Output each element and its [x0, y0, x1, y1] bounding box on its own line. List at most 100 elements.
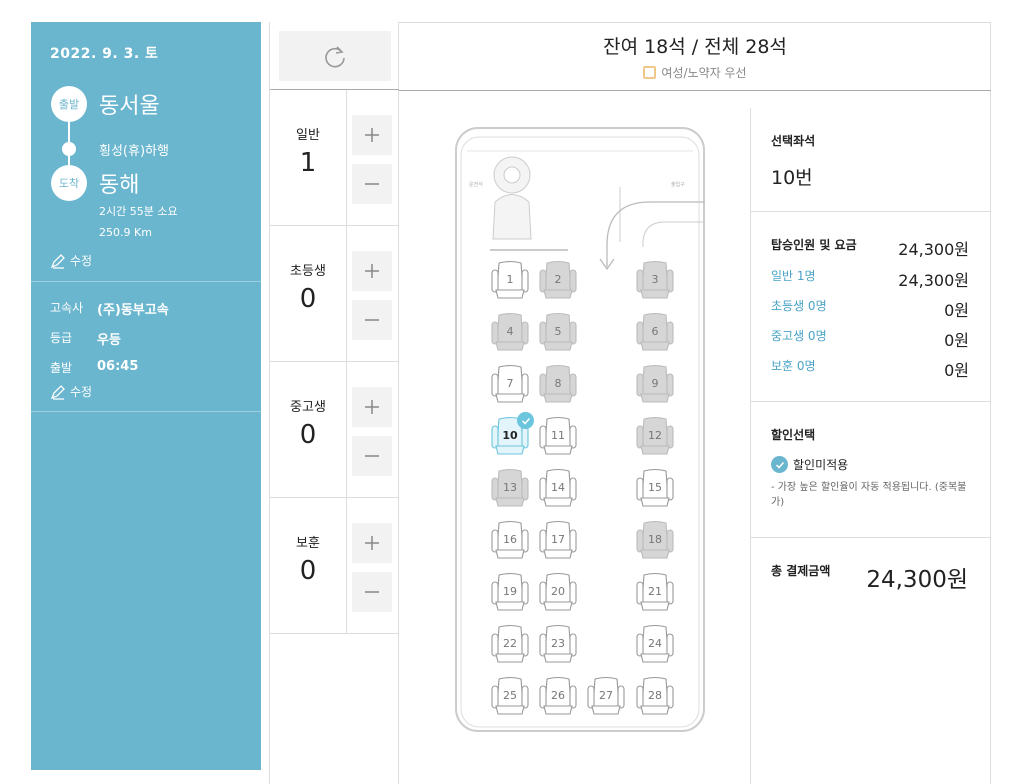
trip-info-sidebar: 2022. 9. 3. 토 출발 동서울 횡성(휴)하행 도착 동해 2시간 5… — [31, 22, 261, 770]
discount-note: - 가장 높은 할인율이 자동 적용됩니다. (중복불가) — [771, 482, 967, 508]
fare-row: 일반 1명 24,300원 — [771, 267, 969, 291]
seat-available[interactable]: 28 — [635, 676, 675, 716]
divider — [31, 281, 261, 282]
seat-selected[interactable]: 10 — [490, 412, 534, 456]
passenger-count: 0 — [299, 284, 317, 314]
seat-number: 24 — [648, 637, 662, 650]
separator — [346, 498, 347, 634]
booking-summary: 선택좌석 10번 탑승인원 및 요금 24,300원 일반 1명 24,300원… — [750, 108, 991, 784]
discount-option-none[interactable]: 할인미적용 — [771, 456, 848, 473]
increase-button[interactable] — [352, 523, 392, 563]
via-stop: 횡성(휴)하행 — [99, 144, 169, 159]
seat-number: 28 — [648, 689, 662, 702]
door-label: 출입구 — [671, 182, 685, 188]
seat-available[interactable]: 14 — [538, 468, 578, 508]
seat-number: 1 — [506, 273, 514, 286]
time-row: 출발 06:45 — [50, 359, 138, 376]
seat-number: 8 — [554, 377, 562, 390]
separator — [346, 90, 347, 226]
total-amount: 24,300원 — [866, 567, 968, 593]
legend-label: 여성/노약자 우선 — [661, 66, 747, 80]
check-icon — [771, 456, 788, 473]
fare-row-amount: 0원 — [944, 361, 969, 380]
seat-available[interactable]: 11 — [538, 416, 578, 456]
seat-legend: 여성/노약자 우선 — [399, 64, 991, 81]
arrive-city: 동해 — [99, 173, 140, 198]
seat-number: 3 — [651, 273, 659, 286]
seat-unavailable: 4 — [490, 312, 530, 352]
increase-button[interactable] — [352, 251, 392, 291]
seat-available[interactable]: 16 — [490, 520, 530, 560]
seat-available[interactable]: 17 — [538, 520, 578, 560]
seat-available[interactable]: 26 — [538, 676, 578, 716]
arrive-badge: 도착 — [51, 165, 87, 201]
passenger-count: 0 — [299, 556, 317, 586]
seat-number: 2 — [554, 273, 562, 286]
seat-number: 4 — [506, 325, 514, 338]
seat-available[interactable]: 7 — [490, 364, 530, 404]
seat-available[interactable]: 19 — [490, 572, 530, 612]
distance: 250.9 Km — [99, 226, 152, 239]
passenger-count: 1 — [299, 148, 317, 178]
seat-unavailable: 18 — [635, 520, 675, 560]
decrease-button[interactable] — [352, 436, 392, 476]
decrease-button[interactable] — [352, 300, 392, 340]
seat-number: 15 — [648, 481, 662, 494]
edit-schedule-button[interactable]: 수정 — [50, 383, 92, 400]
seat-available[interactable]: 15 — [635, 468, 675, 508]
seat-number: 25 — [503, 689, 517, 702]
seat-unavailable: 3 — [635, 260, 675, 300]
passenger-group-student: 중고생 0 — [270, 362, 399, 498]
seat-available[interactable]: 21 — [635, 572, 675, 612]
seat-number: 6 — [651, 325, 659, 338]
fare-row-amount: 0원 — [944, 301, 969, 320]
selected-seat-value: 10번 — [771, 167, 813, 189]
plus-icon — [365, 128, 379, 142]
seat-availability-title: 잔여 18석 / 전체 28석 — [603, 36, 787, 58]
time-value: 06:45 — [97, 359, 139, 374]
decrease-button[interactable] — [352, 572, 392, 612]
seat-available[interactable]: 25 — [490, 676, 530, 716]
decrease-button[interactable] — [352, 164, 392, 204]
grade-label: 등급 — [50, 331, 73, 345]
seat-number: 13 — [503, 481, 517, 494]
seat-available[interactable]: 27 — [586, 676, 626, 716]
company-value: (주)동부고속 — [97, 303, 169, 318]
seat-number: 19 — [503, 585, 517, 598]
edit-route-button[interactable]: 수정 — [50, 252, 92, 269]
seat-number: 7 — [506, 377, 514, 390]
increase-button[interactable] — [352, 387, 392, 427]
passenger-group-adult: 일반 1 — [270, 90, 399, 226]
seat-available[interactable]: 1 — [490, 260, 530, 300]
seat-unavailable: 2 — [538, 260, 578, 300]
fare-row: 초등생 0명 0원 — [771, 297, 969, 321]
seat-available[interactable]: 22 — [490, 624, 530, 664]
seat-available[interactable]: 23 — [538, 624, 578, 664]
passenger-type-label: 초등생 — [290, 264, 326, 279]
selected-seat-title: 선택좌석 — [771, 134, 816, 148]
increase-button[interactable] — [352, 115, 392, 155]
minus-icon — [365, 455, 379, 457]
check-icon — [517, 412, 534, 429]
fare-section: 탑승인원 및 요금 24,300원 일반 1명 24,300원 초등생 0명 0… — [751, 212, 991, 402]
priority-seat-legend-icon — [643, 66, 657, 79]
fare-row: 중고생 0명 0원 — [771, 327, 969, 351]
seat-available[interactable]: 24 — [635, 624, 675, 664]
seat-number: 17 — [551, 533, 565, 546]
edit-label: 수정 — [70, 254, 93, 268]
seat-unavailable: 9 — [635, 364, 675, 404]
passenger-type-label: 중고생 — [290, 400, 326, 415]
discount-option-label: 할인미적용 — [793, 458, 849, 472]
grade-row: 등급 우등 — [50, 329, 121, 348]
total-title: 총 결제금액 — [771, 564, 831, 578]
seat-number: 9 — [651, 377, 659, 390]
refresh-button[interactable] — [279, 31, 391, 81]
seat-number: 14 — [551, 481, 565, 494]
seat-available[interactable]: 20 — [538, 572, 578, 612]
refresh-icon — [325, 46, 345, 68]
divider — [31, 411, 261, 412]
selected-seat-section: 선택좌석 10번 — [751, 108, 991, 212]
depart-badge: 출발 — [51, 86, 87, 122]
via-dot — [62, 142, 76, 156]
seat-number: 11 — [551, 429, 565, 442]
